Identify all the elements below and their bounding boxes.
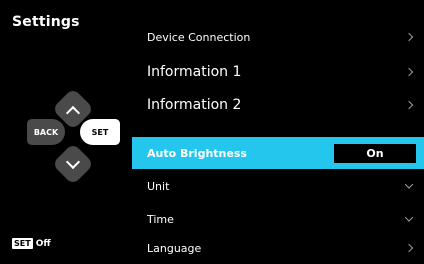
menu-item-label: Time [147,212,174,226]
left-panel: Settings BACK SET SET Off [0,0,132,258]
chevron-right-icon [404,32,414,42]
footer-hint: SET Off [12,238,51,249]
menu-item-label: Device Connection [147,30,251,44]
chevron-down-icon [404,213,414,222]
set-button-label: SET [91,127,109,137]
set-badge: SET [12,238,33,249]
menu-item-auto-brightness[interactable]: Auto Brightness On [132,137,424,169]
dpad: BACK SET [0,0,132,258]
menu-item-label: Language [147,241,202,255]
menu-item-unit[interactable]: Unit [132,170,424,202]
settings-screen: Settings BACK SET SET Off Device Connect… [0,0,424,258]
menu-item-label: Unit [147,179,170,193]
chevron-right-icon [404,100,414,110]
footer-off-text: Off [35,238,51,249]
menu-item-label: Auto Brightness [147,146,247,160]
back-button[interactable]: BACK [27,119,65,145]
back-button-label: BACK [33,127,59,137]
menu-item-label: Information 2 [147,97,242,113]
menu-item-label: Information 1 [147,64,242,80]
chevron-right-icon [404,243,414,253]
menu-item-time[interactable]: Time [132,203,424,235]
set-button[interactable]: SET [80,119,120,145]
menu-item-information-2[interactable]: Information 2 [132,89,424,121]
menu-item-language[interactable]: Language [132,232,424,264]
chevron-right-icon [404,67,414,77]
settings-menu: Device Connection Information 1 Informat… [132,0,424,258]
auto-brightness-value[interactable]: On [334,144,416,163]
menu-item-device-connection[interactable]: Device Connection [132,21,424,53]
chevron-down-icon [404,180,414,189]
menu-item-information-1[interactable]: Information 1 [132,56,424,88]
